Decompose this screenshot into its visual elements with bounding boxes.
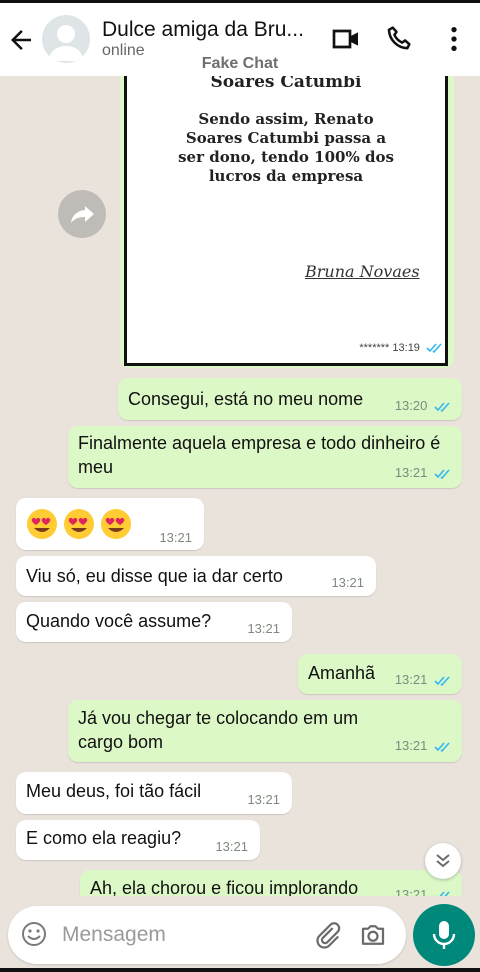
read-ticks-icon xyxy=(426,343,442,354)
forward-icon[interactable] xyxy=(58,190,106,238)
message-bubble-outgoing[interactable]: Consegui, está no meu nome 13:20 xyxy=(118,378,462,420)
more-vert-icon[interactable] xyxy=(438,23,470,55)
message-text: Já vou chegar te colocando em um cargo b… xyxy=(78,708,359,752)
message-bubble-outgoing[interactable]: Finalmente aquela empresa e todo dinheir… xyxy=(68,426,462,488)
double-chevron-down-icon[interactable] xyxy=(425,843,461,879)
message-time: 13:21 xyxy=(247,792,280,807)
message-composer[interactable]: Mensagem xyxy=(8,906,406,964)
message-text: Meu deus, foi tão fácil xyxy=(26,781,202,801)
message-text: Ah, ela chorou e ficou implorando xyxy=(90,878,359,896)
navigation-bar-line xyxy=(0,968,480,972)
paperclip-icon[interactable] xyxy=(312,920,342,950)
heart-eyes-emoji-icon xyxy=(101,509,131,539)
phone-icon[interactable] xyxy=(384,23,416,55)
document-line: lucros da empresa xyxy=(208,167,364,185)
emoji-row xyxy=(26,508,137,540)
emoji-icon[interactable] xyxy=(20,920,50,950)
message-time: 13:21 xyxy=(394,465,428,480)
message-bubble-incoming[interactable]: Meu deus, foi tão fácil 13:21 xyxy=(16,772,292,814)
read-ticks-icon xyxy=(434,676,450,686)
message-text: Viu só, eu disse que ia dar certo xyxy=(26,566,283,586)
message-bubble-incoming[interactable]: Viu só, eu disse que ia dar certo 13:21 xyxy=(16,556,376,596)
document-line: Soares Catumbi passa a xyxy=(185,129,387,147)
message-input[interactable]: Mensagem xyxy=(62,923,166,947)
document-line: ser dono, tendo 100% dos xyxy=(178,148,394,166)
message-text: Quando você assume? xyxy=(26,611,212,631)
video-call-icon[interactable] xyxy=(330,23,362,55)
message-text: Consegui, está no meu nome xyxy=(128,389,364,409)
message-meta: 13:20 xyxy=(395,398,454,413)
contact-name[interactable]: Dulce amiga da Bru... xyxy=(102,18,312,42)
message-text: E como ela reagiu? xyxy=(26,828,182,848)
heart-eyes-emoji-icon xyxy=(27,509,57,539)
message-time: 13:21 xyxy=(247,621,280,636)
message-bubble-outgoing[interactable]: Já vou chegar te colocando em um cargo b… xyxy=(68,700,462,762)
message-bubble-outgoing[interactable]: Ah, ela chorou e ficou implorando 13:21 xyxy=(80,870,462,896)
message-meta: ******* 13:19 xyxy=(359,342,446,354)
microphone-icon[interactable] xyxy=(413,904,475,966)
document-image-message[interactable]: Soares Catumbi Sendo assim, Renato Soare… xyxy=(120,76,454,368)
message-bubble-incoming[interactable]: Quando você assume? 13:21 xyxy=(16,602,292,642)
message-text: Amanhã xyxy=(308,663,376,683)
read-ticks-icon xyxy=(434,891,450,896)
camera-icon[interactable] xyxy=(358,920,388,950)
read-ticks-icon xyxy=(434,402,450,412)
message-time: 13:21 xyxy=(394,738,428,753)
message-bubble-incoming[interactable]: E como ela reagiu? 13:21 xyxy=(16,820,260,860)
heart-eyes-emoji-icon xyxy=(64,509,94,539)
message-time: 13:20 xyxy=(394,398,428,413)
message-bubble-incoming[interactable]: 😍😍😍 13:21 xyxy=(16,498,204,550)
document-line: Soares Catumbi xyxy=(210,76,362,92)
message-list[interactable]: Soares Catumbi Sendo assim, Renato Soare… xyxy=(0,76,480,896)
message-meta: 13:21 xyxy=(395,887,454,896)
message-meta: 13:21 xyxy=(395,672,454,687)
message-bubble-outgoing[interactable]: Amanhã 13:21 xyxy=(298,654,462,694)
message-time: ******* 13:19 xyxy=(359,342,420,354)
signature: Bruna Novaes xyxy=(305,262,420,281)
arrow-left-icon[interactable] xyxy=(6,25,36,55)
document-image: Soares Catumbi Sendo assim, Renato Soare… xyxy=(124,76,448,366)
message-time: 13:21 xyxy=(215,839,248,854)
read-ticks-icon xyxy=(434,469,450,479)
message-time: 13:21 xyxy=(331,575,364,590)
watermark: Fake Chat xyxy=(201,55,279,72)
document-line: Sendo assim, Renato xyxy=(198,110,374,128)
message-time: 13:21 xyxy=(159,530,192,545)
message-time: 13:21 xyxy=(394,887,428,896)
message-meta: 13:21 xyxy=(395,465,454,480)
message-meta: 13:21 xyxy=(395,738,454,753)
message-time: 13:21 xyxy=(394,672,428,687)
read-ticks-icon xyxy=(434,742,450,752)
